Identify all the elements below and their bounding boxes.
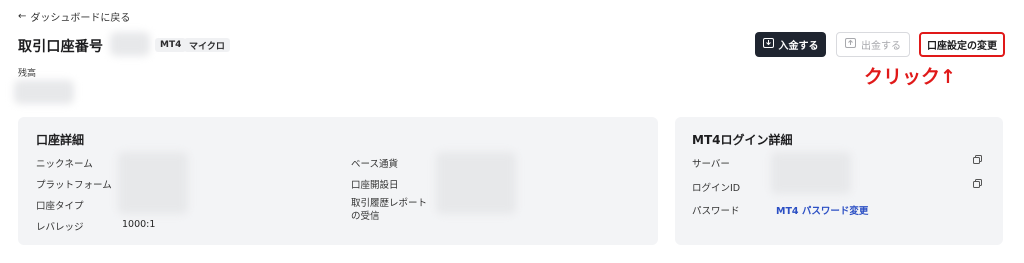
copy-icon[interactable] (973, 179, 982, 191)
back-link[interactable]: ← ダッシュボードに戻る (18, 9, 130, 24)
row-label-platform: プラットフォーム (36, 180, 112, 191)
account-details-card: 口座詳細 ニックネーム プラットフォーム 口座タイプ レバレッジ 1000:1 … (18, 117, 658, 245)
platform-tag: MT4 (155, 38, 187, 52)
copy-icon[interactable] (973, 155, 982, 167)
row-label-login-id: ログインID (692, 183, 741, 194)
account-settings-button[interactable]: 口座設定の変更 (919, 32, 1005, 57)
row-label-account-type: 口座タイプ (36, 201, 84, 212)
row-label-trade-report: 取引履歴レポート の受信 (351, 198, 428, 222)
click-annotation: クリック↑ (864, 66, 956, 88)
back-link-label: ダッシュボードに戻る (30, 13, 131, 24)
withdraw-icon (845, 38, 856, 51)
row-label-nickname: ニックネーム (36, 159, 93, 170)
account-number-blurred (110, 32, 150, 56)
change-password-link[interactable]: MT4 パスワード変更 (776, 203, 868, 217)
right-values-blurred (436, 152, 516, 214)
account-values-blurred (118, 152, 188, 214)
row-label-base-currency: ベース通貨 (351, 159, 399, 170)
deposit-icon (762, 38, 774, 51)
row-label-server: サーバー (692, 159, 730, 170)
balance-label: 残高 (18, 69, 37, 79)
page-title: 取引口座番号 (18, 39, 104, 55)
withdraw-button[interactable]: 出金する (836, 32, 910, 57)
arrow-left-icon: ← (18, 11, 27, 22)
withdraw-label: 出金する (861, 41, 901, 52)
row-label-leverage: レバレッジ (36, 222, 84, 233)
row-label-password: パスワード (692, 206, 740, 217)
deposit-label: 入金する (778, 41, 819, 52)
leverage-value: 1000:1 (122, 219, 156, 230)
account-details-title: 口座詳細 (36, 133, 85, 147)
deposit-button[interactable]: 入金する (755, 32, 826, 57)
login-values-blurred (771, 152, 851, 194)
balance-value-blurred (14, 80, 74, 104)
mt4-login-title: MT4ログイン詳細 (692, 133, 793, 147)
account-type-tag: マイクロ (184, 38, 230, 52)
row-label-open-date: 口座開設日 (351, 180, 399, 191)
mt4-login-card: MT4ログイン詳細 サーバー ログインID パスワード MT4 パスワード変更 (675, 117, 1003, 245)
